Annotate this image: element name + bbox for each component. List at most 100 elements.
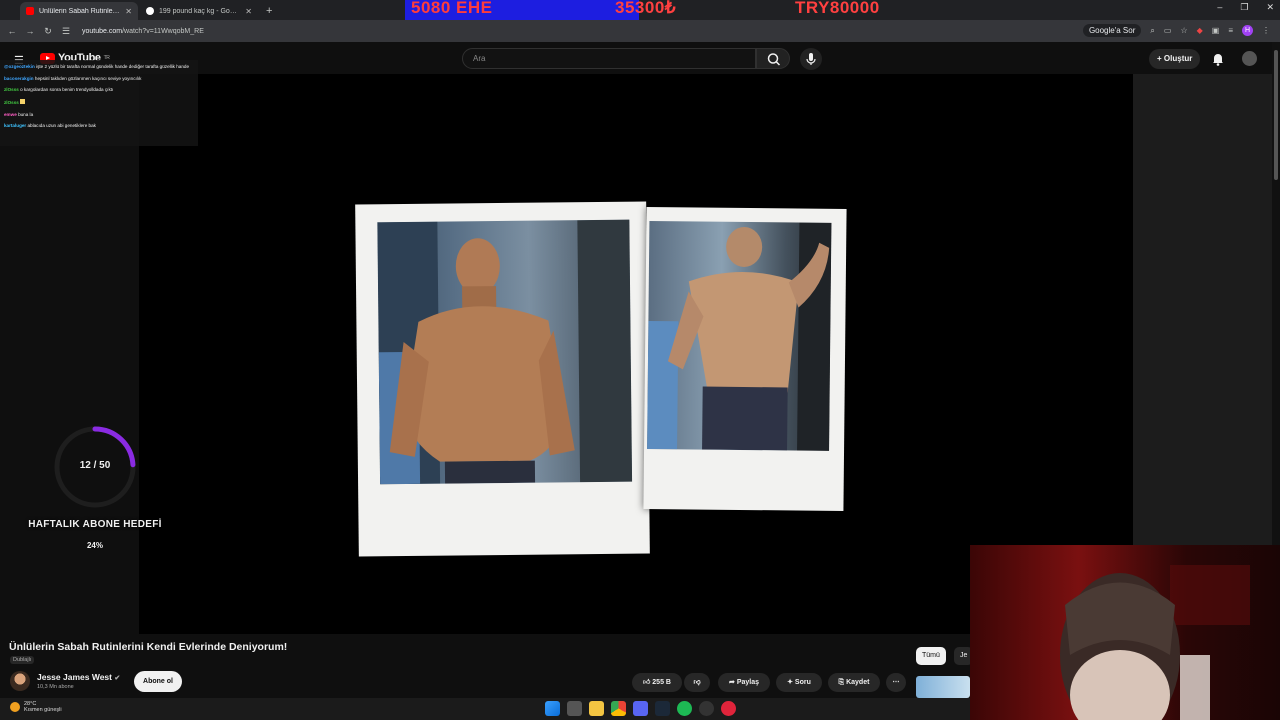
file-explorer-icon[interactable] xyxy=(589,701,604,716)
chat-user: emwe xyxy=(4,111,17,117)
banner-mid-value: 35300₺ xyxy=(615,0,677,17)
sun-icon xyxy=(10,702,20,712)
steam-icon[interactable] xyxy=(655,701,670,716)
chat-message: zlOsss xyxy=(4,99,194,106)
share-button[interactable]: ➦ Paylaş xyxy=(718,673,770,692)
chrome-icon[interactable] xyxy=(611,701,626,716)
url-path: /watch?v=11WwqobM_RE xyxy=(122,27,204,35)
subscribe-button[interactable]: Abone ol xyxy=(134,671,182,692)
voice-search-button[interactable] xyxy=(800,48,822,70)
like-icon: 👍︎ xyxy=(643,679,653,686)
bookmark-star-icon[interactable]: ☆ xyxy=(1180,26,1187,35)
account-avatar[interactable] xyxy=(1242,51,1257,66)
close-tab-icon[interactable]: ✕ xyxy=(125,7,132,16)
minimize-icon[interactable]: – xyxy=(1217,2,1222,13)
extension-icon[interactable]: ◆ xyxy=(1197,26,1203,35)
verified-icon: ✔ xyxy=(114,675,121,682)
like-button[interactable]: 👍︎ 255 B xyxy=(632,673,682,692)
tab-google[interactable]: 199 pound kaç kg - Google'da ✕ xyxy=(140,2,258,20)
live-chat-overlay: @ozgeoztekin işte 2 yüzlü bir tarafta no… xyxy=(0,60,198,146)
bookmark-icon: ⎘ xyxy=(838,679,847,686)
chat-text: buna la xyxy=(18,111,34,117)
scrollbar-thumb[interactable] xyxy=(1274,50,1278,180)
cast-icon[interactable]: ▭ xyxy=(1164,26,1172,35)
chat-user: zlOsss xyxy=(4,100,19,106)
save-button[interactable]: ⎘ Kaydet xyxy=(828,673,880,692)
share-icon: ➦ xyxy=(729,679,737,686)
polaroid-photo-back xyxy=(643,206,847,512)
chat-user: bacoserakgin xyxy=(4,75,34,81)
create-button[interactable]: + Oluştur xyxy=(1149,49,1201,69)
window-controls: – ❐ ✕ xyxy=(1217,2,1274,13)
profile-avatar[interactable]: H xyxy=(1242,25,1253,36)
chat-message: emwe buna la xyxy=(4,112,194,118)
subscriber-count: 10,3 Mn abone xyxy=(37,684,74,690)
url-field[interactable]: youtube.com/watch?v=11WwqobM_RE xyxy=(82,28,204,35)
obs-icon[interactable] xyxy=(699,701,714,716)
restore-icon[interactable]: ❐ xyxy=(1240,2,1248,13)
windows-start-icon[interactable] xyxy=(545,701,560,716)
dislike-icon: 👎︎ xyxy=(693,679,701,686)
webcam-overlay xyxy=(970,545,1280,720)
chip-all[interactable]: Tümü xyxy=(916,647,946,665)
more-horizontal-icon: ⋯ xyxy=(892,679,900,686)
plus-icon: + xyxy=(1157,54,1164,63)
chat-user: kartaluger xyxy=(4,123,27,129)
back-icon[interactable]: ← xyxy=(6,26,18,36)
tab-title: 199 pound kaç kg - Google'da xyxy=(159,7,240,15)
search-input[interactable]: Ara xyxy=(462,48,756,69)
dislike-button[interactable]: 👎︎ xyxy=(684,673,710,692)
sparkle-icon: ✦ xyxy=(787,679,795,686)
ask-button[interactable]: ✦ Soru xyxy=(776,673,822,692)
address-bar-row: ← → ↻ ☰ youtube.com/watch?v=11WwqobM_RE … xyxy=(0,20,1280,42)
opera-icon[interactable] xyxy=(721,701,736,716)
chat-text: işte 2 yüzlü bir tarafta normal gündelik… xyxy=(36,64,190,69)
goal-count: 12 / 50 xyxy=(79,460,111,471)
new-tab-icon[interactable]: + xyxy=(266,2,272,20)
close-tab-icon[interactable]: ✕ xyxy=(245,7,252,16)
more-actions-button[interactable]: ⋯ xyxy=(886,673,906,692)
microphone-icon xyxy=(806,53,816,65)
stream-goal-banner: 5080 EHE 35300₺ TRY80000 xyxy=(405,0,895,27)
channel-name-text: Jesse James West xyxy=(37,672,112,682)
save-label: Kaydet xyxy=(846,679,870,686)
share-label: Paylaş xyxy=(736,679,759,686)
chat-message: @ozgeoztekin işte 2 yüzlü bir tarafta no… xyxy=(4,64,194,70)
discord-icon[interactable] xyxy=(633,701,648,716)
create-label: Oluştur xyxy=(1163,54,1193,63)
chat-text: hepsinl taklıden gözlarımen kaçıncı sevi… xyxy=(34,75,142,81)
windows-taskbar: 28°C Kısmen güneşli xyxy=(0,698,970,720)
menu-dots-icon[interactable]: ⋮ xyxy=(1262,26,1270,35)
spotify-icon[interactable] xyxy=(677,701,692,716)
reload-icon[interactable]: ↻ xyxy=(42,26,54,37)
chat-message: kartaluger ablacıda uzun abi genetiklere… xyxy=(4,123,194,129)
channel-name[interactable]: Jesse James West ✔ xyxy=(37,672,120,682)
chat-text: o kargolardan sonra benim trendyolldada … xyxy=(20,87,114,93)
taskbar-apps xyxy=(545,701,736,716)
tab-youtube[interactable]: Ünlülerin Sabah Rutinlerini Ken ✕ xyxy=(20,2,138,20)
search-button[interactable] xyxy=(756,48,790,69)
close-window-icon[interactable]: ✕ xyxy=(1266,2,1274,13)
notifications-bell-icon[interactable] xyxy=(1211,52,1225,66)
tab-title: Ünlülerin Sabah Rutinlerini Ken xyxy=(39,7,121,15)
banner-right-value: TRY80000 xyxy=(795,0,880,17)
task-view-icon[interactable] xyxy=(567,701,582,716)
zoom-icon[interactable]: ⌕ xyxy=(1150,26,1154,36)
weather-widget[interactable]: 28°C Kısmen güneşli xyxy=(10,701,62,713)
site-info-icon[interactable]: ☰ xyxy=(60,26,72,37)
url-domain: youtube.com xyxy=(82,27,123,35)
streamer-silhouette xyxy=(1060,565,1250,720)
forward-icon[interactable]: → xyxy=(24,26,36,36)
channel-avatar[interactable] xyxy=(10,671,30,691)
youtube-favicon-icon xyxy=(26,7,34,15)
recommended-thumbnail[interactable] xyxy=(916,676,970,698)
google-sor-button[interactable]: Google'a Sor xyxy=(1082,24,1142,37)
chat-message: zlOsss o kargolardan sonra benim trendyo… xyxy=(4,87,194,93)
extensions-puzzle-icon[interactable]: ▣ xyxy=(1212,26,1220,35)
weather-text: 28°C Kısmen güneşli xyxy=(24,701,62,713)
media-icon[interactable]: ≡ xyxy=(1228,26,1233,35)
chat-user: zlOsss xyxy=(4,87,19,93)
polaroid-photo-front xyxy=(355,201,650,557)
search-icon xyxy=(767,53,781,66)
chat-user: @ozgeoztekin xyxy=(4,64,35,69)
